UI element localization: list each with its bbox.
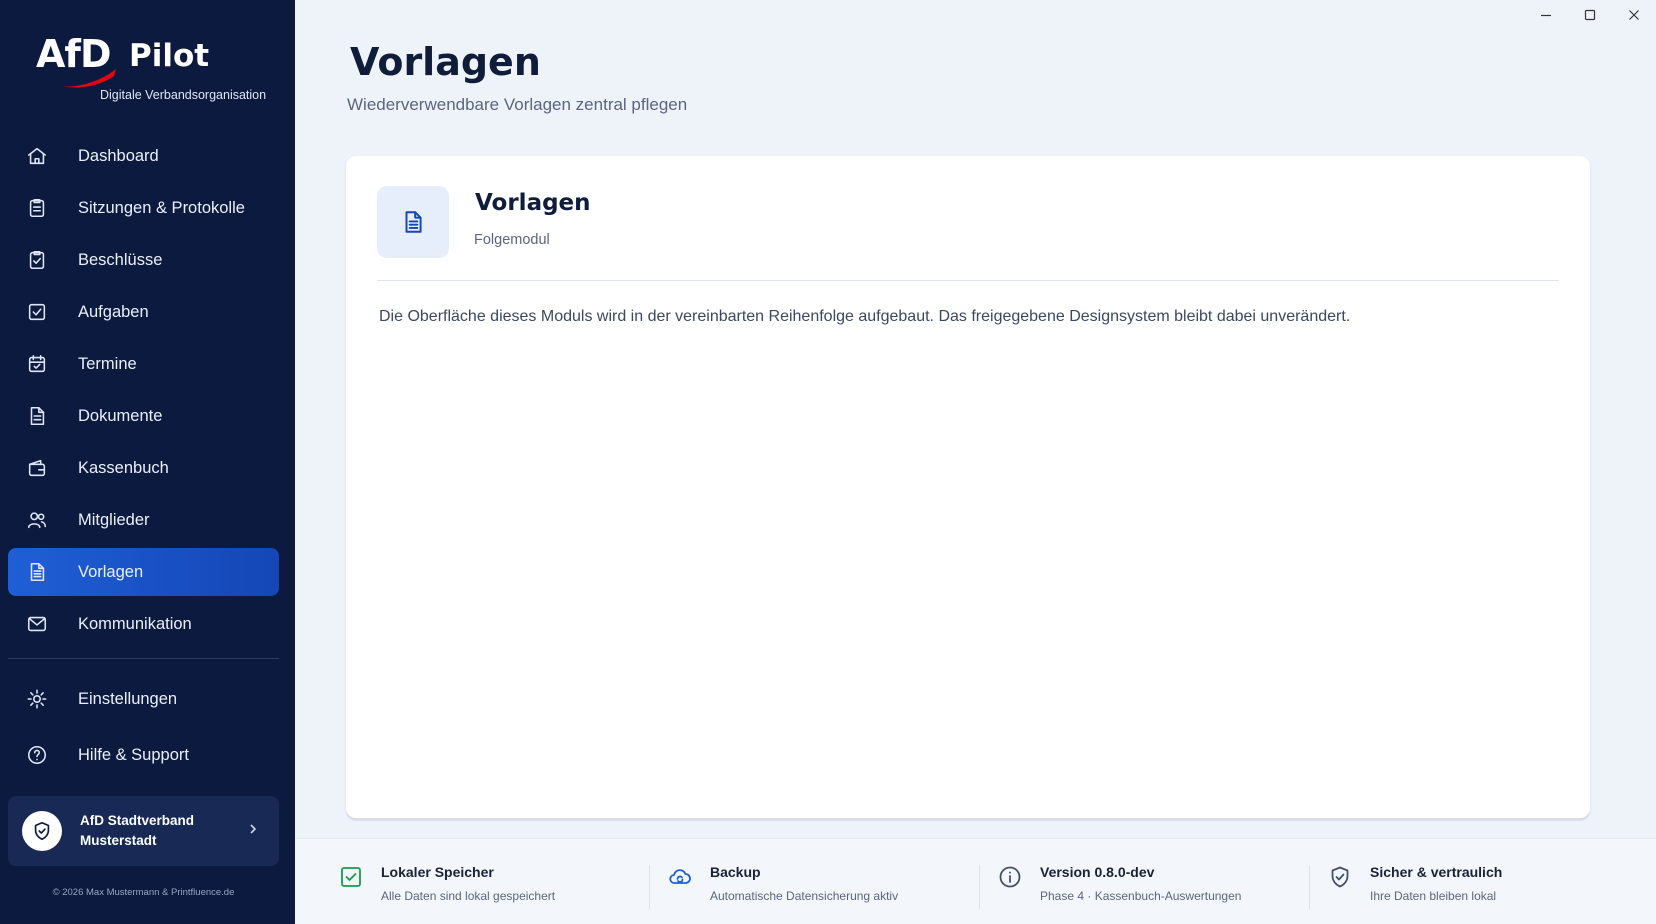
sidebar-item-termine[interactable]: Termine	[8, 340, 279, 388]
status-subtitle: Automatische Datensicherung aktiv	[710, 889, 899, 903]
document-icon	[377, 186, 449, 258]
mail-icon	[26, 613, 48, 635]
wallet-icon	[26, 457, 48, 479]
sidebar-item-label: Kassenbuch	[78, 458, 169, 477]
sidebar-item-label: Aufgaben	[78, 302, 149, 321]
sidebar-item-mitglieder[interactable]: Mitglieder	[8, 496, 279, 544]
copyright-text: © 2026 Max Mustermann & Printfluence.de	[52, 887, 235, 898]
sidebar-item-label: Einstellungen	[78, 689, 178, 708]
status-title: Version 0.8.0-dev	[1040, 864, 1155, 880]
clipboard-check-icon	[26, 249, 48, 271]
chevron-right-icon	[247, 822, 259, 841]
status-subtitle: Alle Daten sind lokal gespeichert	[381, 889, 556, 903]
sidebar-item-kassenbuch[interactable]: Kassenbuch	[8, 444, 279, 492]
secondary-nav: Einstellungen Hilfe & Support	[8, 674, 279, 786]
sidebar-item-label: Termine	[78, 354, 137, 373]
card-subtitle: Folgemodul	[474, 232, 550, 248]
window-controls	[1524, 4, 1656, 26]
status-title: Sicher & vertraulich	[1370, 864, 1503, 880]
status-title: Lokaler Speicher	[381, 864, 494, 880]
sidebar-item-label: Beschlüsse	[78, 250, 163, 269]
status-subtitle: Ihre Daten bleiben lokal	[1370, 889, 1497, 903]
info-icon	[998, 865, 1022, 889]
close-button[interactable]	[1612, 4, 1656, 26]
maximize-button[interactable]	[1568, 4, 1612, 26]
sidebar-item-label: Vorlagen	[78, 562, 144, 581]
status-divider	[979, 865, 980, 909]
template-icon	[26, 561, 48, 583]
app-logo[interactable]: AfD Pilot Digitale Verbandsorganisation	[36, 32, 276, 108]
home-icon	[26, 145, 48, 167]
sidebar-item-aufgaben[interactable]: Aufgaben	[8, 288, 279, 336]
sidebar-item-beschluesse[interactable]: Beschlüsse	[8, 236, 279, 284]
checkbox-icon	[339, 865, 363, 889]
status-bar: Lokaler Speicher Alle Daten sind lokal g…	[295, 838, 1656, 924]
shield-icon	[22, 811, 62, 851]
logo-product-name: Pilot	[129, 38, 210, 74]
sidebar-item-label: Hilfe & Support	[78, 745, 189, 764]
status-divider	[1309, 865, 1310, 909]
sidebar-item-label: Kommunikation	[78, 614, 192, 633]
sidebar-item-hilfe[interactable]: Hilfe & Support	[8, 730, 279, 780]
calendar-icon	[26, 353, 48, 375]
sidebar-item-label: Sitzungen & Protokolle	[78, 198, 245, 217]
status-divider	[649, 865, 650, 909]
sidebar-item-sitzungen[interactable]: Sitzungen & Protokolle	[8, 184, 279, 232]
users-icon	[26, 509, 48, 531]
help-icon	[26, 744, 48, 766]
sidebar-divider	[8, 658, 279, 659]
sidebar-item-einstellungen[interactable]: Einstellungen	[8, 674, 279, 724]
sidebar-item-kommunikation[interactable]: Kommunikation	[8, 600, 279, 648]
cloud-sync-icon	[668, 865, 692, 889]
status-title: Backup	[710, 864, 761, 880]
sidebar-item-dokumente[interactable]: Dokumente	[8, 392, 279, 440]
sidebar-item-label: Dokumente	[78, 406, 163, 425]
shield-check-icon	[1328, 865, 1352, 889]
sidebar-item-dashboard[interactable]: Dashboard	[8, 132, 279, 180]
card-description: Die Oberfläche dieses Moduls wird in der…	[379, 308, 1351, 325]
status-subtitle: Phase 4 · Kassenbuch-Auswertungen	[1040, 889, 1242, 903]
sidebar-item-label: Mitglieder	[78, 510, 150, 529]
minimize-button[interactable]	[1524, 4, 1568, 26]
module-card: Vorlagen Folgemodul Die Oberfläche diese…	[346, 156, 1590, 818]
organization-name: AfD Stadtverband Musterstadt	[80, 813, 195, 848]
organization-switcher[interactable]: AfD Stadtverband Musterstadt	[8, 796, 279, 866]
logo-tagline: Digitale Verbandsorganisation	[100, 88, 267, 102]
document-icon	[26, 405, 48, 427]
main-nav: Dashboard Sitzungen & Protokolle Beschlü…	[8, 132, 279, 652]
sidebar-item-vorlagen[interactable]: Vorlagen	[8, 548, 279, 596]
logo-swoosh-icon	[62, 69, 116, 88]
clipboard-icon	[26, 197, 48, 219]
sidebar: AfD Pilot Digitale Verbandsorganisation …	[0, 0, 295, 924]
checkbox-icon	[26, 301, 48, 323]
card-divider	[377, 280, 1559, 281]
gear-icon	[26, 688, 48, 710]
sidebar-item-label: Dashboard	[78, 146, 159, 165]
page-subtitle: Wiederverwendbare Vorlagen zentral pfleg…	[347, 95, 688, 114]
page-title: Vorlagen	[350, 40, 541, 84]
card-title: Vorlagen	[475, 190, 591, 216]
